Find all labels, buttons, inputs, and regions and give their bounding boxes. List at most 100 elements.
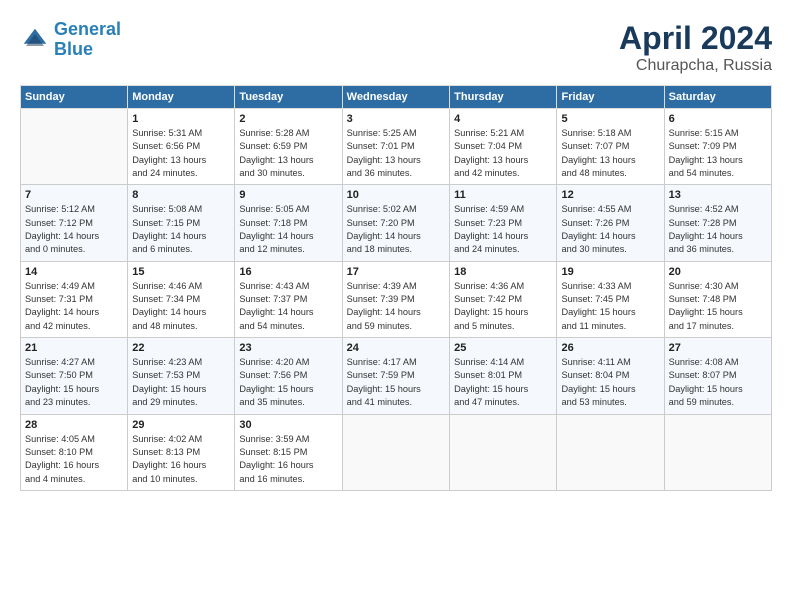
day-info: Sunrise: 4:02 AM Sunset: 8:13 PM Dayligh… bbox=[132, 433, 230, 486]
day-cell: 6 Sunrise: 5:15 AM Sunset: 7:09 PM Daylig… bbox=[664, 109, 771, 185]
day-cell: 13 Sunrise: 4:52 AM Sunset: 7:28 PM Dayli… bbox=[664, 185, 771, 261]
day-cell bbox=[21, 109, 128, 185]
day-info: Sunrise: 4:39 AM Sunset: 7:39 PM Dayligh… bbox=[347, 280, 445, 333]
day-number: 29 bbox=[132, 419, 230, 431]
col-header-thursday: Thursday bbox=[450, 86, 557, 109]
day-cell: 25Sunrise: 4:14 AM Sunset: 8:01 PM Dayli… bbox=[450, 338, 557, 414]
day-cell: 26Sunrise: 4:11 AM Sunset: 8:04 PM Dayli… bbox=[557, 338, 664, 414]
day-number: 20 bbox=[669, 266, 767, 278]
day-cell: 1 Sunrise: 5:31 AM Sunset: 6:56 PM Daylig… bbox=[128, 109, 235, 185]
day-number: 6 bbox=[669, 113, 767, 125]
day-info: Sunrise: 4:36 AM Sunset: 7:42 PM Dayligh… bbox=[454, 280, 552, 333]
month-title: April 2024 bbox=[619, 20, 772, 57]
day-number: 12 bbox=[561, 189, 659, 201]
day-info: Sunrise: 5:18 AM Sunset: 7:07 PM Dayligh… bbox=[561, 127, 659, 180]
day-info: Sunrise: 4:27 AM Sunset: 7:50 PM Dayligh… bbox=[25, 356, 123, 409]
calendar-table: SundayMondayTuesdayWednesdayThursdayFrid… bbox=[20, 85, 772, 491]
day-info: Sunrise: 4:49 AM Sunset: 7:31 PM Dayligh… bbox=[25, 280, 123, 333]
day-cell bbox=[342, 414, 449, 490]
day-info: Sunrise: 5:02 AM Sunset: 7:20 PM Dayligh… bbox=[347, 203, 445, 256]
day-info: Sunrise: 4:52 AM Sunset: 7:28 PM Dayligh… bbox=[669, 203, 767, 256]
day-cell: 10 Sunrise: 5:02 AM Sunset: 7:20 PM Dayli… bbox=[342, 185, 449, 261]
day-info: Sunrise: 5:25 AM Sunset: 7:01 PM Dayligh… bbox=[347, 127, 445, 180]
day-cell: 9 Sunrise: 5:05 AM Sunset: 7:18 PM Daylig… bbox=[235, 185, 342, 261]
day-cell: 11 Sunrise: 4:59 AM Sunset: 7:23 PM Dayli… bbox=[450, 185, 557, 261]
day-info: Sunrise: 5:12 AM Sunset: 7:12 PM Dayligh… bbox=[25, 203, 123, 256]
day-info: Sunrise: 3:59 AM Sunset: 8:15 PM Dayligh… bbox=[239, 433, 337, 486]
day-number: 4 bbox=[454, 113, 552, 125]
day-info: Sunrise: 4:33 AM Sunset: 7:45 PM Dayligh… bbox=[561, 280, 659, 333]
day-number: 21 bbox=[25, 342, 123, 354]
day-info: Sunrise: 4:46 AM Sunset: 7:34 PM Dayligh… bbox=[132, 280, 230, 333]
day-cell: 28Sunrise: 4:05 AM Sunset: 8:10 PM Dayli… bbox=[21, 414, 128, 490]
day-number: 17 bbox=[347, 266, 445, 278]
day-number: 3 bbox=[347, 113, 445, 125]
day-info: Sunrise: 4:14 AM Sunset: 8:01 PM Dayligh… bbox=[454, 356, 552, 409]
day-info: Sunrise: 4:05 AM Sunset: 8:10 PM Dayligh… bbox=[25, 433, 123, 486]
day-cell: 22Sunrise: 4:23 AM Sunset: 7:53 PM Dayli… bbox=[128, 338, 235, 414]
day-cell: 21 Sunrise: 4:27 AM Sunset: 7:50 PM Dayli… bbox=[21, 338, 128, 414]
header: General Blue April 2024 Churapcha, Russi… bbox=[20, 20, 772, 75]
day-number: 13 bbox=[669, 189, 767, 201]
day-cell: 8Sunrise: 5:08 AM Sunset: 7:15 PM Daylig… bbox=[128, 185, 235, 261]
logo-text: General Blue bbox=[54, 20, 121, 60]
page: General Blue April 2024 Churapcha, Russi… bbox=[0, 0, 792, 612]
day-number: 16 bbox=[239, 266, 337, 278]
logo: General Blue bbox=[20, 20, 121, 60]
day-cell: 30Sunrise: 3:59 AM Sunset: 8:15 PM Dayli… bbox=[235, 414, 342, 490]
location: Churapcha, Russia bbox=[619, 57, 772, 75]
day-cell: 3 Sunrise: 5:25 AM Sunset: 7:01 PM Daylig… bbox=[342, 109, 449, 185]
day-number: 1 bbox=[132, 113, 230, 125]
day-number: 7 bbox=[25, 189, 123, 201]
day-number: 18 bbox=[454, 266, 552, 278]
day-cell: 23 Sunrise: 4:20 AM Sunset: 7:56 PM Dayli… bbox=[235, 338, 342, 414]
day-info: Sunrise: 5:15 AM Sunset: 7:09 PM Dayligh… bbox=[669, 127, 767, 180]
day-cell: 5 Sunrise: 5:18 AM Sunset: 7:07 PM Daylig… bbox=[557, 109, 664, 185]
day-cell: 19 Sunrise: 4:33 AM Sunset: 7:45 PM Dayli… bbox=[557, 261, 664, 337]
day-info: Sunrise: 4:08 AM Sunset: 8:07 PM Dayligh… bbox=[669, 356, 767, 409]
day-info: Sunrise: 4:43 AM Sunset: 7:37 PM Dayligh… bbox=[239, 280, 337, 333]
day-info: Sunrise: 4:23 AM Sunset: 7:53 PM Dayligh… bbox=[132, 356, 230, 409]
day-cell: 4 Sunrise: 5:21 AM Sunset: 7:04 PM Daylig… bbox=[450, 109, 557, 185]
day-number: 19 bbox=[561, 266, 659, 278]
day-info: Sunrise: 5:21 AM Sunset: 7:04 PM Dayligh… bbox=[454, 127, 552, 180]
day-number: 11 bbox=[454, 189, 552, 201]
day-number: 14 bbox=[25, 266, 123, 278]
day-info: Sunrise: 4:59 AM Sunset: 7:23 PM Dayligh… bbox=[454, 203, 552, 256]
day-cell: 14 Sunrise: 4:49 AM Sunset: 7:31 PM Dayli… bbox=[21, 261, 128, 337]
logo-icon bbox=[20, 25, 50, 55]
col-header-wednesday: Wednesday bbox=[342, 86, 449, 109]
col-header-saturday: Saturday bbox=[664, 86, 771, 109]
day-info: Sunrise: 4:55 AM Sunset: 7:26 PM Dayligh… bbox=[561, 203, 659, 256]
day-info: Sunrise: 4:20 AM Sunset: 7:56 PM Dayligh… bbox=[239, 356, 337, 409]
day-info: Sunrise: 4:30 AM Sunset: 7:48 PM Dayligh… bbox=[669, 280, 767, 333]
week-row-0: 1 Sunrise: 5:31 AM Sunset: 6:56 PM Daylig… bbox=[21, 109, 772, 185]
day-cell: 29 Sunrise: 4:02 AM Sunset: 8:13 PM Dayli… bbox=[128, 414, 235, 490]
day-info: Sunrise: 5:31 AM Sunset: 6:56 PM Dayligh… bbox=[132, 127, 230, 180]
day-cell bbox=[450, 414, 557, 490]
title-block: April 2024 Churapcha, Russia bbox=[619, 20, 772, 75]
day-cell bbox=[664, 414, 771, 490]
calendar-header-row: SundayMondayTuesdayWednesdayThursdayFrid… bbox=[21, 86, 772, 109]
day-cell: 16 Sunrise: 4:43 AM Sunset: 7:37 PM Dayli… bbox=[235, 261, 342, 337]
day-cell: 18 Sunrise: 4:36 AM Sunset: 7:42 PM Dayli… bbox=[450, 261, 557, 337]
week-row-1: 7 Sunrise: 5:12 AM Sunset: 7:12 PM Daylig… bbox=[21, 185, 772, 261]
day-number: 5 bbox=[561, 113, 659, 125]
day-number: 2 bbox=[239, 113, 337, 125]
day-cell: 7 Sunrise: 5:12 AM Sunset: 7:12 PM Daylig… bbox=[21, 185, 128, 261]
col-header-tuesday: Tuesday bbox=[235, 86, 342, 109]
day-info: Sunrise: 4:17 AM Sunset: 7:59 PM Dayligh… bbox=[347, 356, 445, 409]
col-header-friday: Friday bbox=[557, 86, 664, 109]
day-cell: 2 Sunrise: 5:28 AM Sunset: 6:59 PM Daylig… bbox=[235, 109, 342, 185]
day-info: Sunrise: 5:05 AM Sunset: 7:18 PM Dayligh… bbox=[239, 203, 337, 256]
logo-blue: Blue bbox=[54, 39, 93, 59]
day-number: 26 bbox=[561, 342, 659, 354]
logo-general: General bbox=[54, 19, 121, 39]
day-number: 9 bbox=[239, 189, 337, 201]
day-number: 15 bbox=[132, 266, 230, 278]
day-info: Sunrise: 5:28 AM Sunset: 6:59 PM Dayligh… bbox=[239, 127, 337, 180]
day-number: 23 bbox=[239, 342, 337, 354]
day-number: 10 bbox=[347, 189, 445, 201]
day-cell: 17 Sunrise: 4:39 AM Sunset: 7:39 PM Dayli… bbox=[342, 261, 449, 337]
day-number: 8 bbox=[132, 189, 230, 201]
